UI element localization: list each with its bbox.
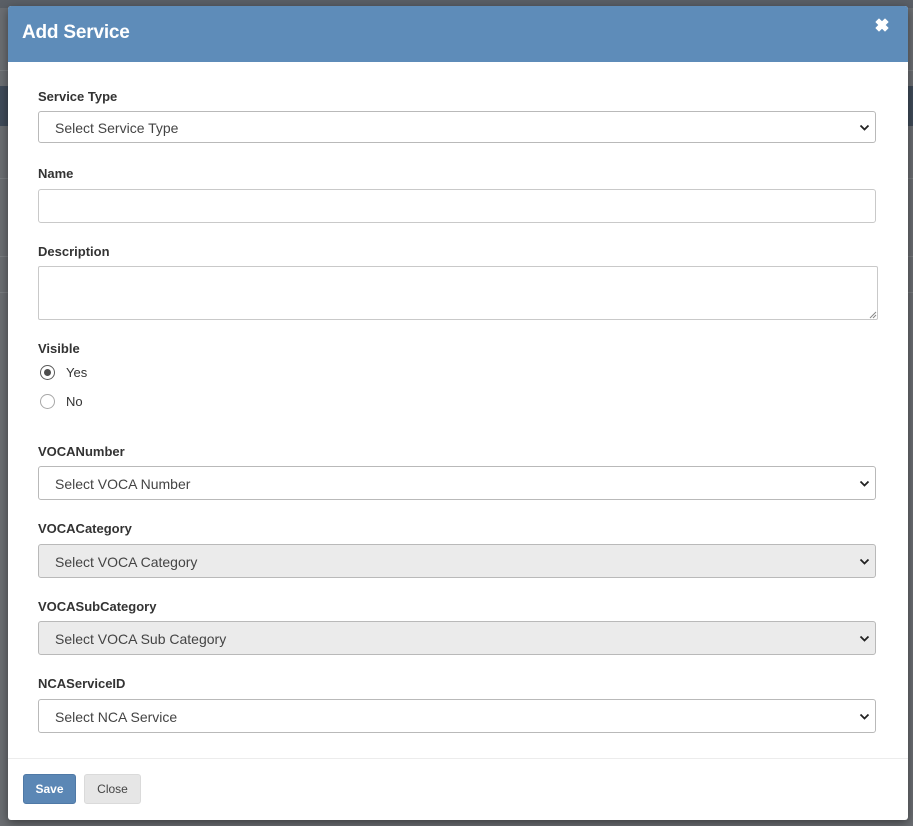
close-icon[interactable] (872, 15, 892, 35)
voca-category-select[interactable]: Select VOCA Category (38, 544, 876, 578)
resize-grip-icon[interactable] (869, 311, 877, 319)
voca-subcategory-select[interactable]: Select VOCA Sub Category (38, 621, 876, 655)
voca-category-selected: Select VOCA Category (55, 554, 198, 570)
radio-no-label: No (66, 394, 83, 409)
description-textarea[interactable] (38, 266, 878, 320)
visible-yes-option[interactable]: Yes (40, 365, 87, 380)
voca-subcategory-label: VOCASubCategory (38, 599, 157, 614)
chevron-down-icon (859, 558, 870, 565)
chevron-down-icon (859, 480, 870, 487)
modal-header: Add Service (8, 6, 908, 62)
service-type-selected: Select Service Type (55, 120, 179, 136)
visible-label: Visible (38, 341, 80, 356)
close-button[interactable]: Close (84, 774, 141, 804)
chevron-down-icon (859, 713, 870, 720)
add-service-modal: Add Service Service Type Select Service … (8, 6, 908, 820)
service-type-select[interactable]: Select Service Type (38, 111, 876, 143)
radio-yes-label: Yes (66, 365, 88, 380)
chevron-down-icon (859, 635, 870, 642)
service-type-label: Service Type (38, 89, 118, 104)
description-label: Description (38, 244, 110, 259)
voca-number-label: VOCANumber (38, 444, 125, 459)
nca-service-id-label: NCAServiceID (38, 676, 126, 691)
visible-no-option[interactable]: No (40, 394, 83, 409)
radio-yes[interactable] (40, 365, 55, 380)
voca-category-label: VOCACategory (38, 521, 132, 536)
voca-number-select[interactable]: Select VOCA Number (38, 466, 876, 500)
chevron-down-icon (859, 124, 870, 131)
nca-service-select[interactable]: Select NCA Service (38, 699, 876, 733)
description-field-wrap (38, 266, 878, 320)
nca-service-selected: Select NCA Service (55, 709, 178, 725)
modal-title: Add Service (22, 22, 130, 43)
voca-subcategory-selected: Select VOCA Sub Category (55, 631, 227, 647)
modal-footer-divider (8, 758, 908, 759)
voca-number-selected: Select VOCA Number (55, 476, 191, 492)
name-label: Name (38, 166, 74, 181)
name-input[interactable] (38, 189, 876, 223)
save-button[interactable]: Save (23, 774, 76, 804)
radio-no[interactable] (40, 394, 55, 409)
